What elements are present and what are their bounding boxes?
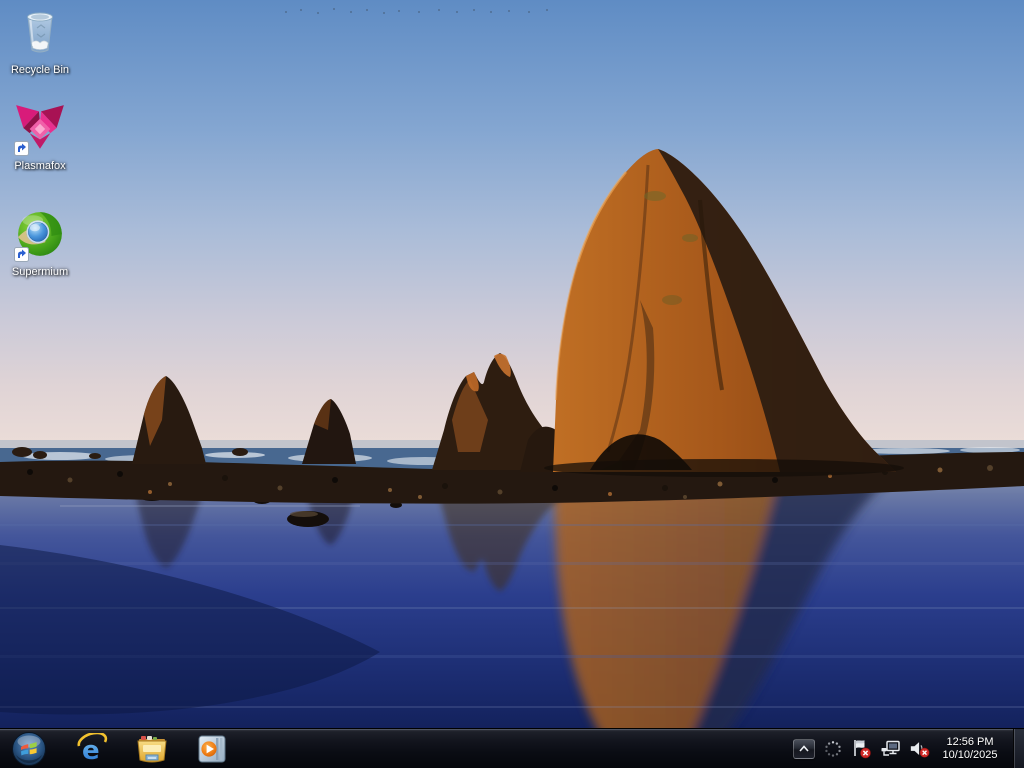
desktop-icon-recycle-bin[interactable]: Recycle Bin — [2, 4, 78, 77]
desktop: Recycle Bin Plasmafox Supermium e 12:56 … — [0, 0, 1024, 768]
system-tray: 12:56 PM 10/10/2025 — [793, 728, 1024, 768]
recycle-bin-icon — [12, 4, 68, 62]
chevron-up-icon — [799, 744, 809, 752]
desktop-icon-supermium[interactable]: Supermium — [2, 206, 78, 279]
taskbar-app-icons: e — [62, 729, 242, 768]
shortcut-arrow-icon — [14, 247, 29, 262]
desktop-icon-label: Recycle Bin — [10, 64, 70, 76]
svg-text:e: e — [82, 736, 100, 765]
internet-explorer-icon: e — [77, 732, 108, 765]
taskbar-item-internet-explorer[interactable]: e — [62, 729, 122, 768]
shortcut-arrow-icon — [14, 141, 29, 156]
show-hidden-icons-button[interactable] — [793, 738, 815, 759]
taskbar: e 12:56 PM 10/10/2025 — [0, 728, 1024, 768]
action-center-icon[interactable] — [851, 738, 873, 760]
start-button[interactable] — [10, 730, 48, 768]
wallpaper-image — [0, 0, 1024, 768]
desktop-icon-label: Plasmafox — [14, 160, 66, 172]
spinner-icon[interactable] — [822, 738, 844, 760]
clock-time: 12:56 PM — [946, 735, 994, 748]
taskbar-item-media-player[interactable] — [182, 729, 242, 768]
network-icon[interactable] — [880, 738, 902, 760]
windows-logo-icon — [12, 731, 46, 766]
desktop-icon-plasmafox[interactable]: Plasmafox — [2, 100, 78, 173]
supermium-icon — [12, 206, 68, 264]
plasmafox-icon — [12, 100, 68, 158]
network-computer-icon — [881, 740, 900, 756]
flag-with-error-icon — [854, 739, 871, 758]
windows-media-player-icon — [198, 735, 226, 762]
tray-clock[interactable]: 12:56 PM 10/10/2025 — [938, 736, 1004, 762]
speaker-muted-icon — [910, 741, 930, 758]
clock-date: 10/10/2025 — [942, 748, 998, 761]
taskbar-item-windows-explorer[interactable] — [122, 729, 182, 768]
volume-muted-icon[interactable] — [909, 738, 931, 760]
desktop-icon-label: Supermium — [11, 266, 69, 278]
windows-explorer-icon — [137, 735, 167, 762]
show-desktop-button[interactable] — [1013, 728, 1024, 768]
